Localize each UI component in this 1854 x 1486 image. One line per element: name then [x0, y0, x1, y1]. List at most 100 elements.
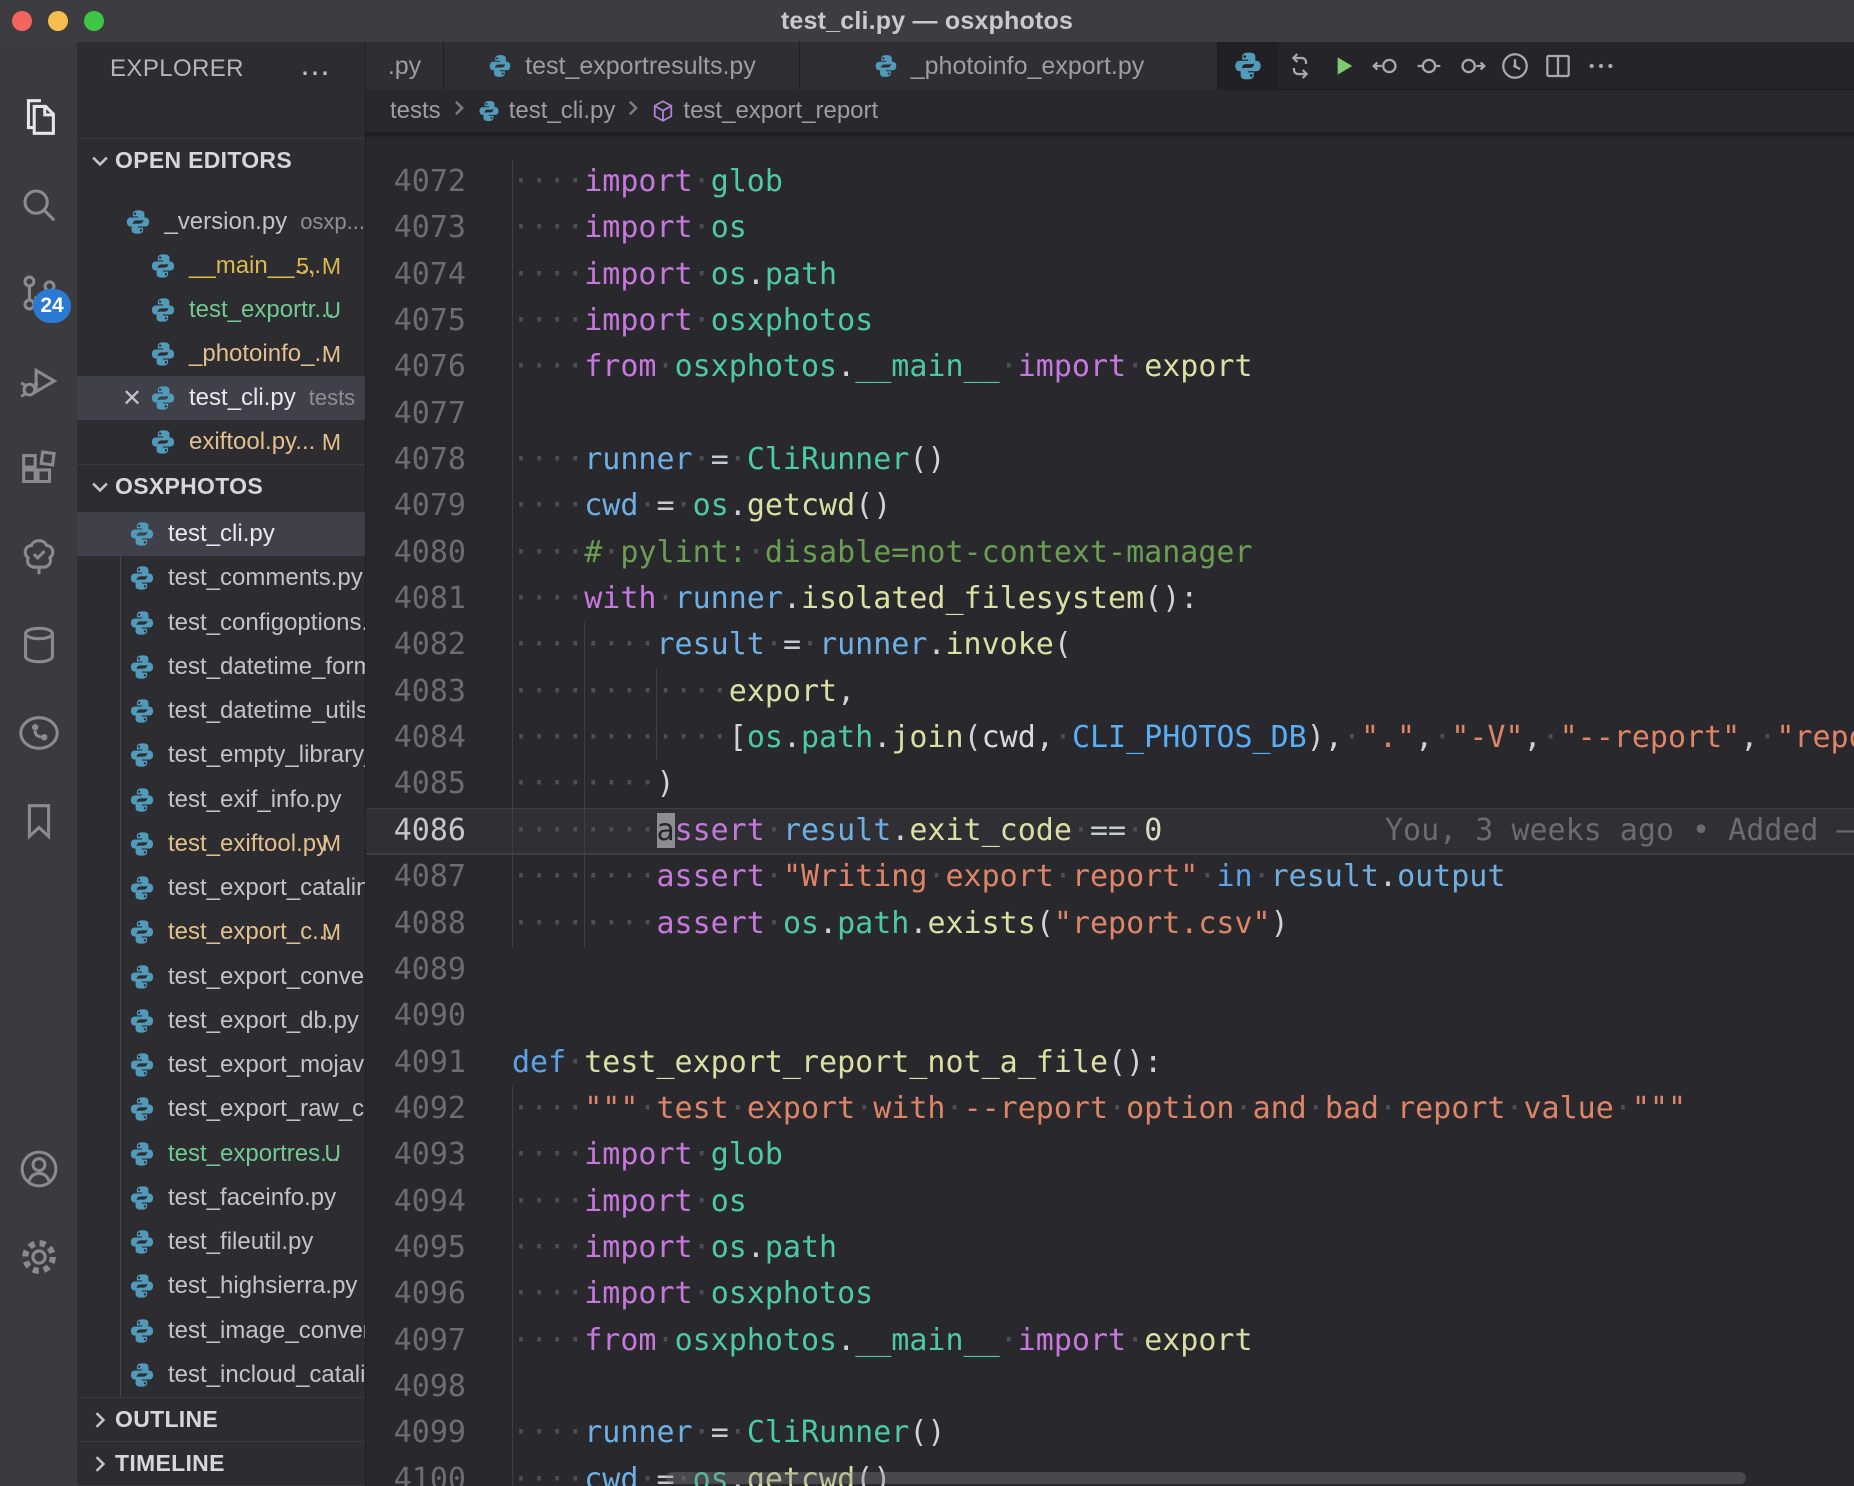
- explorer-more-actions-icon[interactable]: ⋯: [300, 56, 333, 91]
- open-editor-item[interactable]: test_exportr...U: [77, 288, 365, 332]
- tree-item[interactable]: test_incloud_catali...: [77, 1353, 365, 1397]
- tree-item[interactable]: test_cli.py: [77, 512, 365, 556]
- tree-item[interactable]: test_exportres...U: [77, 1132, 365, 1176]
- tree-item[interactable]: test_highsierra.py: [77, 1264, 365, 1308]
- tree-item[interactable]: test_comments.py: [77, 556, 365, 600]
- testing-tree-icon[interactable]: [0, 525, 77, 589]
- open-editor-item[interactable]: ✕test_cli.pytests: [77, 376, 365, 420]
- close-icon[interactable]: ✕: [115, 384, 149, 413]
- code-line[interactable]: 4077: [366, 391, 1854, 437]
- bookmark-icon[interactable]: [0, 789, 77, 853]
- code-line[interactable]: 4079····cwd·=·os.getcwd(): [366, 483, 1854, 529]
- python-language-tab[interactable]: [1218, 42, 1278, 90]
- editor-tab[interactable]: _photoinfo_export.py: [800, 42, 1218, 90]
- code-line[interactable]: 4090: [366, 993, 1854, 1039]
- step-back-icon[interactable]: [1364, 42, 1407, 90]
- settings-gear-icon[interactable]: [0, 1225, 77, 1289]
- continue-icon[interactable]: [1407, 42, 1450, 90]
- section-open-editors[interactable]: OPEN EDITORS: [77, 138, 365, 182]
- editor-tab[interactable]: test_exportresults.py: [444, 42, 800, 90]
- python-file-icon: [128, 741, 156, 769]
- tree-item[interactable]: test_export_mojave...: [77, 1043, 365, 1087]
- code-line[interactable]: 4091def·test_export_report_not_a_file():: [366, 1040, 1854, 1086]
- split-editor-icon[interactable]: [1536, 42, 1579, 90]
- tree-item[interactable]: test_fileutil.py: [77, 1220, 365, 1264]
- code-line[interactable]: 4081····with·runner.isolated_filesystem(…: [366, 576, 1854, 622]
- code-line[interactable]: 4099····runner·=·CliRunner(): [366, 1410, 1854, 1456]
- code-line[interactable]: 4097····from·osxphotos.__main__·import·e…: [366, 1318, 1854, 1364]
- breadcrumb-item[interactable]: tests: [390, 97, 441, 125]
- code-line[interactable]: 4093····import·glob: [366, 1132, 1854, 1178]
- code-line[interactable]: 4074····import·os.path: [366, 252, 1854, 298]
- extensions-icon[interactable]: [0, 437, 77, 501]
- python-file-icon: [128, 1228, 156, 1256]
- code-line[interactable]: 4084············[os.path.join(cwd,·CLI_P…: [366, 715, 1854, 761]
- breadcrumb-item[interactable]: test_export_report: [683, 97, 878, 125]
- python-file-icon: [128, 786, 156, 814]
- line-text: ····runner·=·CliRunner(): [512, 437, 946, 483]
- python-file-icon: [149, 384, 177, 412]
- code-line[interactable]: 4078····runner·=·CliRunner(): [366, 437, 1854, 483]
- tree-item[interactable]: test_export_catalin...: [77, 866, 365, 910]
- tree-item[interactable]: test_empty_library_...: [77, 733, 365, 777]
- run-python-file-icon[interactable]: [1321, 42, 1364, 90]
- minimize-window-button[interactable]: [48, 11, 68, 31]
- tree-item[interactable]: test_export_db.py: [77, 999, 365, 1043]
- maximize-window-button[interactable]: [84, 11, 104, 31]
- open-editor-item[interactable]: _photoinfo_...M: [77, 332, 365, 376]
- open-editor-item[interactable]: exiftool.py...M: [77, 420, 365, 464]
- more-actions-icon[interactable]: [1579, 42, 1622, 90]
- section-timeline[interactable]: TIMELINE: [77, 1441, 365, 1485]
- tree-item[interactable]: test_export_c...M: [77, 910, 365, 954]
- code-editor[interactable]: 4072····import·glob4073····import·os4074…: [366, 132, 1854, 1486]
- open-editor-item[interactable]: __main__....5, M: [77, 244, 365, 288]
- tree-item[interactable]: test_exiftool.pyM: [77, 822, 365, 866]
- account-icon[interactable]: [0, 1137, 77, 1201]
- code-line[interactable]: 4080····#·pylint:·disable=not-context-ma…: [366, 530, 1854, 576]
- search-icon[interactable]: [0, 173, 77, 237]
- python-file-icon: [128, 1184, 156, 1212]
- code-line[interactable]: 4085········): [366, 761, 1854, 807]
- step-over-icon[interactable]: [1450, 42, 1493, 90]
- tree-item[interactable]: test_export_conver...: [77, 955, 365, 999]
- horizontal-scrollbar[interactable]: [666, 1472, 1746, 1484]
- code-line[interactable]: 4076····from·osxphotos.__main__·import·e…: [366, 344, 1854, 390]
- code-line[interactable]: 4094····import·os: [366, 1179, 1854, 1225]
- line-number: 4084: [366, 715, 466, 761]
- line-text: ····import·osxphotos: [512, 1271, 873, 1317]
- compare-changes-icon[interactable]: [1278, 42, 1321, 90]
- tree-item[interactable]: test_datetime_utils....: [77, 689, 365, 733]
- open-editor-item[interactable]: _version.pyosxp...: [77, 200, 365, 244]
- editor-tab[interactable]: .py: [366, 42, 444, 90]
- code-line[interactable]: 4072····import·glob: [366, 159, 1854, 205]
- close-window-button[interactable]: [12, 11, 32, 31]
- tree-item[interactable]: test_faceinfo.py: [77, 1176, 365, 1220]
- tree-item[interactable]: test_export_raw_ca...: [77, 1087, 365, 1131]
- breadcrumb-item[interactable]: test_cli.py: [509, 97, 616, 125]
- tree-item[interactable]: test_datetime_form...: [77, 645, 365, 689]
- section-osxphotos[interactable]: OSXPHOTOS: [77, 464, 365, 508]
- code-line[interactable]: 4096····import·osxphotos: [366, 1271, 1854, 1317]
- source-control-icon[interactable]: 24: [0, 261, 77, 325]
- tree-item[interactable]: test_configoptions....: [77, 601, 365, 645]
- code-line[interactable]: 4092····"""·test·export·with·--report·op…: [366, 1086, 1854, 1132]
- tree-item[interactable]: test_image_convert...: [77, 1309, 365, 1353]
- code-line[interactable]: 4095····import·os.path: [366, 1225, 1854, 1271]
- code-line[interactable]: 4098: [366, 1364, 1854, 1410]
- code-line[interactable]: 4087········assert·"Writing·export·repor…: [366, 854, 1854, 900]
- history-icon[interactable]: [1493, 42, 1536, 90]
- code-line[interactable]: 4083············export,: [366, 669, 1854, 715]
- code-line[interactable]: 4073····import·os: [366, 205, 1854, 251]
- section-outline[interactable]: OUTLINE: [77, 1397, 365, 1441]
- code-line[interactable]: 4075····import·osxphotos: [366, 298, 1854, 344]
- files-icon[interactable]: [0, 85, 77, 149]
- tree-item[interactable]: test_exif_info.py: [77, 778, 365, 822]
- database-icon[interactable]: [0, 613, 77, 677]
- code-line[interactable]: 4088········assert·os.path.exists("repor…: [366, 901, 1854, 947]
- gitlens-icon[interactable]: [0, 701, 77, 765]
- run-debug-icon[interactable]: [0, 349, 77, 413]
- code-line[interactable]: 4089: [366, 947, 1854, 993]
- code-line[interactable]: 4086········assert·result.exit_code·==·0…: [366, 808, 1854, 854]
- symbol-method-cube-icon: [651, 99, 675, 123]
- code-line[interactable]: 4082········result·=·runner.invoke(: [366, 622, 1854, 668]
